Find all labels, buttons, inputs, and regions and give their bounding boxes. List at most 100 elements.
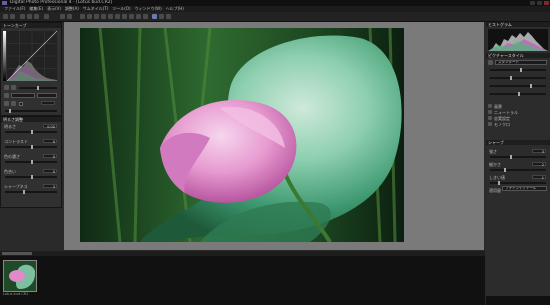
sharpness-value[interactable]: 3	[43, 184, 57, 189]
rotate-left-icon[interactable]	[60, 14, 65, 19]
brightness-slider[interactable]	[5, 130, 57, 134]
toolbar	[0, 12, 550, 22]
menu-view[interactable]: 表示(V)	[47, 6, 61, 11]
home-icon[interactable]	[3, 14, 8, 19]
hdr-icon[interactable]	[115, 14, 120, 19]
sharp-amount-label: 適用量	[489, 188, 501, 193]
curve-checkbox[interactable]	[19, 102, 23, 106]
option-1-icon	[488, 104, 492, 108]
crop-icon[interactable]	[87, 14, 92, 19]
detail-select[interactable]: ファインディテール	[502, 186, 547, 191]
tone-curve-panel: トーンカーブ	[0, 22, 62, 116]
style-strength-slider[interactable]	[490, 68, 546, 72]
filmstrip-scroll-thumb[interactable]	[2, 252, 32, 255]
info-icon[interactable]	[44, 14, 49, 19]
fit-icon[interactable]	[166, 14, 171, 19]
convert-icon[interactable]	[143, 14, 148, 19]
menu-help[interactable]: ヘルプ(H)	[166, 6, 184, 11]
contrast-slider[interactable]	[5, 145, 57, 149]
menu-window[interactable]: ウィンドウ(W)	[135, 6, 162, 11]
multi-view-icon[interactable]	[159, 14, 164, 19]
picture-style-select[interactable]: スタンダード	[495, 60, 547, 65]
adjust-panel: 明るさ調整 明るさ 0.00 コントラスト 0 色の濃さ 0 色合い 0 シャー…	[0, 116, 62, 208]
saturation-value[interactable]: 0	[43, 154, 57, 159]
sharp-fineness-knob[interactable]	[504, 168, 506, 172]
style-icon	[488, 60, 493, 65]
back-icon[interactable]	[10, 14, 15, 19]
option-4-label[interactable]: モノクロ	[494, 122, 510, 128]
edit-view-icon[interactable]	[34, 14, 39, 19]
eyedropper-icon[interactable]	[4, 85, 9, 90]
minimize-button[interactable]	[530, 1, 535, 5]
stamp-icon[interactable]	[94, 14, 99, 19]
sharp-strength-knob[interactable]	[510, 155, 512, 159]
filmstrip-thumbnail[interactable]	[3, 260, 37, 292]
hue-label: 色合い	[4, 169, 16, 174]
brightness-knob[interactable]	[31, 130, 33, 134]
brightness-label: 明るさ	[4, 124, 16, 129]
saturation-label: 色の濃さ	[4, 154, 20, 159]
curve-slider-knob[interactable]	[37, 86, 39, 90]
sharp-threshold-slider[interactable]	[490, 181, 546, 185]
batch-icon[interactable]	[129, 14, 134, 19]
curve-value[interactable]	[41, 101, 55, 105]
contrast-knob[interactable]	[31, 145, 33, 149]
sharp-fineness-slider[interactable]	[490, 168, 546, 172]
eyedropper-white-icon[interactable]	[11, 85, 16, 90]
style-tone-slider[interactable]	[490, 92, 546, 96]
grid-view-icon[interactable]	[27, 14, 32, 19]
hue-knob[interactable]	[31, 175, 33, 179]
status-area	[486, 296, 550, 305]
contrast-value[interactable]: 0	[43, 139, 57, 144]
hue-value[interactable]: 0	[43, 169, 57, 174]
list-view-icon[interactable]	[20, 14, 25, 19]
curve-mode-icon[interactable]	[4, 93, 9, 98]
rotate-right-icon[interactable]	[67, 14, 72, 19]
sharp-threshold-knob[interactable]	[498, 181, 500, 185]
sharp-threshold-value[interactable]: 1	[532, 175, 546, 180]
close-button[interactable]	[544, 1, 549, 5]
menu-edit[interactable]: 編集(E)	[29, 6, 43, 11]
maximize-button[interactable]	[537, 1, 542, 5]
dust-icon[interactable]	[101, 14, 106, 19]
style-color-knob[interactable]	[530, 84, 532, 88]
thumbnail-filename: Lotus bud.CR2	[3, 292, 29, 296]
image-canvas[interactable]	[64, 22, 484, 250]
menu-file[interactable]: ファイル(F)	[4, 6, 25, 11]
curve-slider[interactable]	[19, 86, 57, 90]
app-icon	[2, 1, 7, 5]
style-strength-knob[interactable]	[520, 68, 522, 72]
sharpness-slider[interactable]	[5, 190, 57, 194]
menu-tools[interactable]: ツール(O)	[112, 6, 130, 11]
hue-slider[interactable]	[5, 175, 57, 179]
style-tone-knob[interactable]	[518, 92, 520, 96]
single-view-icon[interactable]	[152, 14, 157, 19]
compare-icon[interactable]	[80, 14, 85, 19]
style-contrast-slider[interactable]	[490, 76, 546, 80]
tone-curve-graph[interactable]	[7, 31, 57, 81]
menu-thumbnail[interactable]: サムネイル(T)	[83, 6, 108, 11]
linear-icon[interactable]	[4, 101, 9, 106]
reset-curve-icon[interactable]	[11, 101, 16, 106]
sharp-strength-value[interactable]: 3	[532, 149, 546, 154]
curve-range-slider[interactable]	[5, 109, 57, 113]
saturation-slider[interactable]	[5, 160, 57, 164]
lotus-photo[interactable]	[80, 28, 404, 242]
saturation-knob[interactable]	[31, 160, 33, 164]
lens-icon[interactable]	[108, 14, 113, 19]
tone-curve-title: トーンカーブ	[1, 23, 61, 28]
curve-type-select[interactable]	[37, 93, 57, 98]
style-contrast-knob[interactable]	[510, 76, 512, 80]
sharpness-knob[interactable]	[23, 190, 25, 194]
color-icon[interactable]	[122, 14, 127, 19]
menu-adjust[interactable]: 調整(A)	[65, 6, 79, 11]
sharp-strength-slider[interactable]	[490, 155, 546, 159]
curve-channel-select[interactable]	[11, 93, 35, 98]
brightness-value[interactable]: 0.00	[43, 124, 57, 129]
sharp-fineness-value[interactable]: 2	[532, 162, 546, 167]
curve-range-knob[interactable]	[9, 109, 11, 113]
option-2-icon	[488, 110, 492, 114]
print-icon[interactable]	[136, 14, 141, 19]
histogram	[488, 29, 548, 51]
style-color-slider[interactable]	[490, 84, 546, 88]
